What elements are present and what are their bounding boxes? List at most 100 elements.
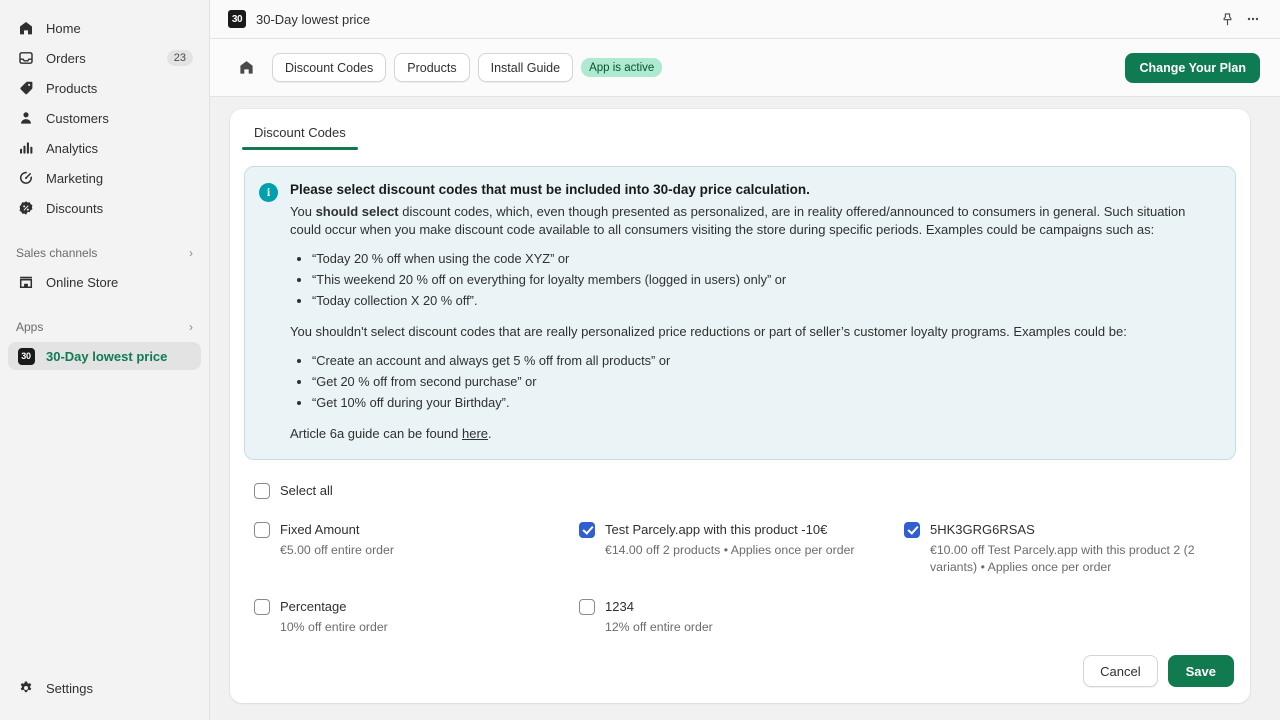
chevron-right-icon[interactable]: › <box>189 320 193 334</box>
app-topbar: 30 30-Day lowest price <box>210 0 1280 39</box>
products-tag-icon <box>16 78 36 98</box>
discount-codes-card: Discount Codes i Please select discount … <box>230 109 1250 703</box>
info-icon: i <box>259 183 278 202</box>
home-icon <box>16 18 36 38</box>
sidebar-item-label: Online Store <box>46 274 119 290</box>
list-item: “Get 10% off during your Birthday”. <box>312 394 1219 412</box>
discount-label: Fixed Amount <box>280 522 360 537</box>
info-banner-body: Please select discount codes that must b… <box>290 181 1219 443</box>
pin-icon[interactable] <box>1214 6 1240 32</box>
sidebar-item-online-store[interactable]: Online Store <box>8 268 201 296</box>
sidebar-item-home[interactable]: Home <box>8 14 201 42</box>
list-item: “Today 20 % off when using the code XYZ”… <box>312 250 1219 268</box>
orders-icon <box>16 48 36 68</box>
chevron-right-icon[interactable]: › <box>189 246 193 260</box>
save-button[interactable]: Save <box>1167 655 1234 687</box>
list-item: “Today collection X 20 % off”. <box>312 292 1219 310</box>
discount-code-item[interactable]: 1234 12% off entire order <box>579 598 904 636</box>
checkbox-row[interactable]: Percentage <box>254 598 579 615</box>
app-icon: 30 <box>228 10 246 28</box>
discount-label: 5HK3GRG6RSAS <box>930 522 1035 537</box>
list-item: “Create an account and always get 5 % of… <box>312 352 1219 370</box>
sidebar-item-label: Settings <box>46 680 93 696</box>
card-footer-actions: Cancel Save <box>1083 655 1234 687</box>
checkbox-row[interactable]: Fixed Amount <box>254 521 579 538</box>
sidebar-item-orders[interactable]: Orders 23 <box>8 44 201 72</box>
sidebar-item-analytics[interactable]: Analytics <box>8 134 201 162</box>
checkbox-row[interactable]: 5HK3GRG6RSAS <box>904 521 1204 538</box>
sidebar-item-marketing[interactable]: Marketing <box>8 164 201 192</box>
tab-discount-codes[interactable]: Discount Codes <box>242 109 358 150</box>
home-icon[interactable] <box>234 56 258 80</box>
nav-tab-discount-codes[interactable]: Discount Codes <box>272 53 387 82</box>
sidebar-item-customers[interactable]: Customers <box>8 104 201 132</box>
sidebar-item-label: Marketing <box>46 170 104 186</box>
banner-p1-prefix: You <box>290 204 316 219</box>
sidebar-item-products[interactable]: Products <box>8 74 201 102</box>
sidebar-item-discounts[interactable]: Discounts <box>8 194 201 222</box>
customers-person-icon <box>16 108 36 128</box>
checkbox-row[interactable]: 1234 <box>579 598 904 615</box>
analytics-bars-icon <box>16 138 36 158</box>
sidebar-section-sales-channels[interactable]: Sales channels › <box>8 240 201 266</box>
banner-list-should-not-select: “Create an account and always get 5 % of… <box>312 352 1219 412</box>
content-region: Discount Codes i Please select discount … <box>210 97 1280 720</box>
discount-code-item[interactable]: Test Parcely.app with this product -10€ … <box>579 521 904 576</box>
cancel-button[interactable]: Cancel <box>1083 655 1158 687</box>
banner-paragraph-1: You should select discount codes, which,… <box>290 203 1219 239</box>
article-6a-link[interactable]: here <box>462 426 488 441</box>
discounts-percent-icon <box>16 198 36 218</box>
change-your-plan-button[interactable]: Change Your Plan <box>1125 52 1260 83</box>
sidebar-item-30-day-lowest-price[interactable]: 30 30-Day lowest price <box>8 342 201 370</box>
discount-sublabel: €14.00 off 2 products • Applies once per… <box>605 543 855 557</box>
discount-label: Test Parcely.app with this product -10€ <box>605 522 828 537</box>
sidebar-section-apps[interactable]: Apps › <box>8 314 201 340</box>
nav-tab-products[interactable]: Products <box>394 53 470 82</box>
discount-label: Percentage <box>280 599 347 614</box>
discount-codes-checkbox-area: Select all Fixed Amount €5.00 off entire… <box>244 460 1236 636</box>
app-navbar: Discount Codes Products Install Guide Ap… <box>210 39 1280 97</box>
discount-checkbox-5hk3grg6rsas[interactable] <box>904 522 920 538</box>
discount-sublabel: 10% off entire order <box>280 620 388 634</box>
banner-list-should-select: “Today 20 % off when using the code XYZ”… <box>312 250 1219 310</box>
discount-code-item[interactable]: Fixed Amount €5.00 off entire order <box>254 521 579 576</box>
app-root: Home Orders 23 Products Customers Analyt… <box>0 0 1280 720</box>
banner-p3-prefix: Article 6a guide can be found <box>290 426 463 441</box>
select-all-checkbox[interactable] <box>254 483 270 499</box>
discount-checkbox-fixed-amount[interactable] <box>254 522 270 538</box>
discount-sub-wrap: €5.00 off entire order <box>280 542 579 559</box>
info-banner: i Please select discount codes that must… <box>244 166 1236 460</box>
sidebar-item-label: Products <box>46 80 98 96</box>
list-item: “Get 20 % off from second purchase” or <box>312 373 1219 391</box>
card-tabs: Discount Codes <box>230 109 1250 150</box>
discount-sublabel: €5.00 off entire order <box>280 543 394 557</box>
gear-icon <box>16 678 36 698</box>
marketing-target-icon <box>16 168 36 188</box>
apps-label: Apps <box>16 320 44 334</box>
discount-checkbox-percentage[interactable] <box>254 599 270 615</box>
app-icon-text: 30 <box>17 347 35 365</box>
banner-heading: Please select discount codes that must b… <box>290 182 810 197</box>
select-all-row[interactable]: Select all <box>254 482 1226 499</box>
sidebar-item-label: 30-Day lowest price <box>46 348 168 364</box>
banner-paragraph-3: Article 6a guide can be found here. <box>290 425 1219 443</box>
checkbox-row[interactable]: Test Parcely.app with this product -10€ <box>579 521 904 538</box>
discount-sub-wrap: €10.00 off Test Parcely.app with this pr… <box>930 542 1204 576</box>
discount-sublabel: €10.00 off Test Parcely.app with this pr… <box>930 543 1195 574</box>
select-all-label: Select all <box>280 483 333 498</box>
app-title: 30-Day lowest price <box>256 11 371 27</box>
sidebar: Home Orders 23 Products Customers Analyt… <box>0 0 210 720</box>
discount-code-item[interactable]: 5HK3GRG6RSAS €10.00 off Test Parcely.app… <box>904 521 1204 576</box>
banner-p1-bold: should select <box>315 204 399 219</box>
sales-channels-label: Sales channels <box>16 246 98 260</box>
nav-tab-install-guide[interactable]: Install Guide <box>477 53 574 82</box>
card-body: i Please select discount codes that must… <box>230 150 1250 703</box>
discount-code-item[interactable]: Percentage 10% off entire order <box>254 598 579 636</box>
sidebar-item-label: Discounts <box>46 200 104 216</box>
discount-checkbox-1234[interactable] <box>579 599 595 615</box>
discount-checkbox-test-parcely[interactable] <box>579 522 595 538</box>
sidebar-item-label: Customers <box>46 110 109 126</box>
banner-paragraph-2: You shouldn't select discount codes that… <box>290 324 1127 339</box>
sidebar-item-settings[interactable]: Settings <box>8 674 201 702</box>
ellipsis-icon[interactable] <box>1240 6 1266 32</box>
